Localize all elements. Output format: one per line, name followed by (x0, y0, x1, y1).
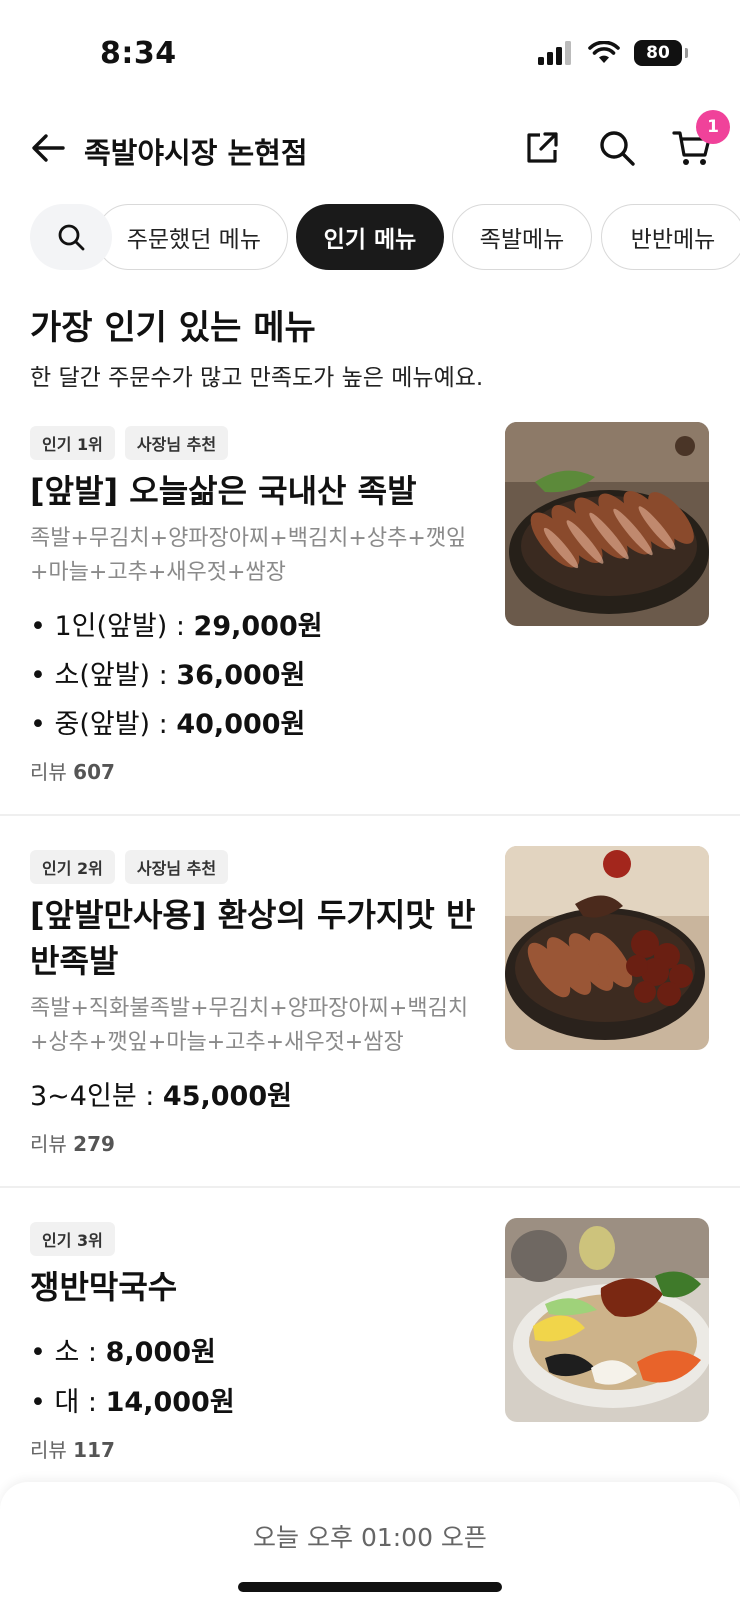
review-number: 279 (73, 1132, 115, 1156)
menu-search-button[interactable] (30, 204, 112, 270)
menu-item[interactable]: 인기 1위 사장님 추천 [앞발] 오늘삶은 국내산 족발 족발+무김치+양파장… (0, 410, 740, 815)
item-name: [앞발] 오늘삶은 국내산 족발 (30, 472, 417, 510)
tab-popular-menu[interactable]: 인기 메뉴 (296, 204, 444, 270)
item-photo (505, 846, 709, 1050)
item-badges: 인기 1위 사장님 추천 (30, 426, 229, 460)
share-button[interactable] (518, 124, 566, 172)
price-value: 14,000원 (105, 1387, 235, 1418)
category-tabs: 주문했던 메뉴 인기 메뉴 족발메뉴 반반메뉴 (0, 202, 740, 272)
price-option: • 중(앞발) : 40,000원 (30, 702, 305, 741)
price-label: • 소 : (30, 1337, 106, 1368)
item-badges: 인기 3위 (30, 1222, 115, 1256)
tab-banban-menu[interactable]: 반반메뉴 (601, 204, 740, 270)
rank-badge: 인기 2위 (30, 850, 115, 884)
share-icon (527, 132, 558, 163)
cart-count-badge: 1 (696, 110, 730, 144)
rank-badge: 인기 1위 (30, 426, 115, 460)
search-icon (58, 224, 85, 251)
price-value: 40,000원 (176, 709, 306, 740)
search-button[interactable] (593, 124, 641, 172)
price-label: • 중(앞발) : (30, 709, 177, 740)
store-header: 족발야시장 논현점 1 (0, 110, 740, 190)
review-count: 리뷰 279 (30, 1128, 115, 1157)
owner-pick-badge: 사장님 추천 (124, 850, 229, 884)
back-button[interactable] (26, 126, 70, 170)
rank-badge: 인기 3위 (30, 1222, 115, 1256)
menu-item[interactable]: 인기 2위 사장님 추천 [앞발만사용] 환상의 두가지맛 반반족발 족발+직화… (0, 816, 740, 1188)
item-description: 족발+무김치+양파장아찌+백김치+상추+깻잎+마늘+고추+새우젓+쌈장 (30, 526, 467, 585)
price-value: 8,000원 (105, 1337, 216, 1368)
review-label: 리뷰 (30, 760, 67, 784)
price-label: • 1인(앞발) : (30, 611, 194, 642)
cart-button[interactable]: 1 (668, 110, 730, 172)
store-title: 족발야시장 논현점 (84, 136, 308, 170)
section-subtitle: 한 달간 주문수가 많고 만족도가 높은 메뉴예요. (30, 365, 484, 391)
opening-time-text: 오늘 오후 01:00 오픈 (253, 1523, 487, 1552)
item-name: [앞발만사용] 환상의 두가지맛 반반족발 (30, 896, 476, 980)
item-photo (505, 422, 709, 626)
price-option: • 대 : 14,000원 (30, 1380, 235, 1419)
item-badges: 인기 2위 사장님 추천 (30, 850, 229, 884)
price-option: • 소(앞발) : 36,000원 (30, 653, 305, 692)
item-description: 족발+직화불족발+무김치+양파장아찌+백김치+상추+깻잎+마늘+고추+새우젓+쌈… (30, 996, 469, 1055)
battery-icon: 80 (634, 40, 688, 66)
signal-icon (538, 41, 571, 65)
price-label: • 소(앞발) : (30, 660, 177, 691)
owner-pick-badge: 사장님 추천 (124, 426, 229, 460)
home-indicator[interactable] (238, 1582, 502, 1592)
status-bar: 8:34 80 (0, 0, 740, 100)
item-name: 쟁반막국수 (30, 1268, 178, 1306)
review-count: 리뷰 117 (30, 1434, 115, 1463)
section-title: 가장 인기 있는 메뉴 (30, 308, 316, 348)
review-number: 117 (73, 1438, 115, 1462)
review-label: 리뷰 (30, 1132, 67, 1156)
price-value: 36,000원 (176, 660, 306, 691)
price-label: 3~4인분 : (30, 1081, 163, 1112)
status-time: 8:34 (100, 36, 177, 71)
review-number: 607 (73, 760, 115, 784)
tab-ordered-menu[interactable]: 주문했던 메뉴 (96, 204, 288, 270)
item-photo (505, 1218, 709, 1422)
tab-jokbal-menu[interactable]: 족발메뉴 (452, 204, 592, 270)
price-label: • 대 : (30, 1387, 106, 1418)
price-value: 29,000원 (193, 611, 323, 642)
search-icon (600, 131, 635, 166)
price-value: 45,000원 (162, 1081, 292, 1112)
arrow-left-icon (32, 134, 65, 162)
status-icons: 80 (538, 40, 688, 66)
review-count: 리뷰 607 (30, 756, 115, 785)
bottom-order-bar: 오늘 오후 01:00 오픈 (0, 1482, 740, 1604)
battery-level: 80 (646, 43, 670, 63)
menu-item[interactable]: 인기 3위 쟁반막국수 • 소 : 8,000원 • 대 : 14,000원 리… (0, 1188, 740, 1482)
price-option: • 소 : 8,000원 (30, 1330, 216, 1369)
review-label: 리뷰 (30, 1438, 67, 1462)
wifi-icon (588, 41, 620, 63)
price-option: • 1인(앞발) : 29,000원 (30, 604, 323, 643)
price-option: 3~4인분 : 45,000원 (30, 1074, 292, 1113)
